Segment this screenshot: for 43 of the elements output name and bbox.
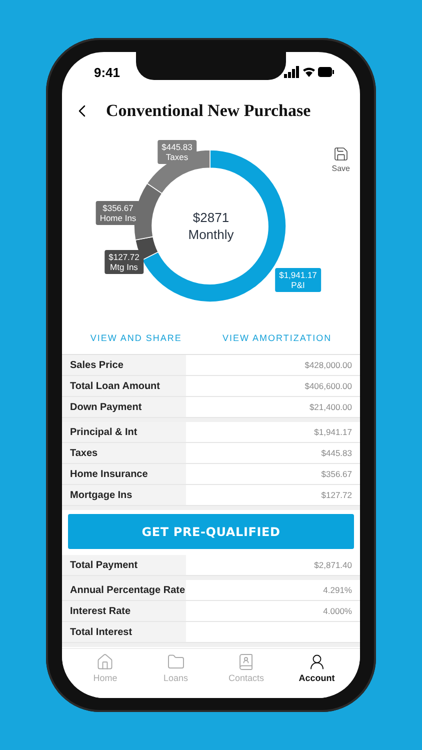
status-icons — [284, 66, 334, 78]
row-value: 4.000% — [322, 605, 353, 618]
tab-item[interactable]: Home — [73, 649, 138, 686]
monthly-amount: $2871 — [192, 210, 230, 225]
row-label: Mortgage Ins — [62, 485, 186, 505]
home-icon — [96, 652, 114, 670]
folder-icon — [166, 652, 185, 670]
tab-item[interactable]: Loans — [144, 649, 208, 686]
monthly-caption: Monthly — [188, 227, 234, 242]
row-value: $2,871.40 — [313, 559, 353, 572]
row-label: Down Payment — [62, 397, 186, 417]
row-label: Total Loan Amount — [62, 376, 186, 396]
row-label: Total Payment — [62, 555, 186, 575]
user-icon — [308, 652, 326, 670]
row-value: $21,400.00 — [308, 401, 353, 414]
tab-item[interactable]: Contacts — [214, 649, 278, 686]
contact-book-icon — [237, 652, 256, 670]
tab-item[interactable]: Account — [284, 649, 349, 686]
pre-qualify-button[interactable]: GET PRE-QUALIFIED — [68, 514, 354, 549]
row-label: Principal & Int — [62, 422, 186, 442]
save-icon — [332, 146, 349, 162]
row-value: 4.291% — [322, 584, 353, 597]
slice-label: $127.72 Mtg Ins — [104, 250, 144, 274]
row-value: $356.67 — [320, 468, 353, 481]
save-button[interactable]: Save — [332, 146, 350, 173]
text-link[interactable]: VIEW AND SHARE — [90, 333, 182, 343]
row-value: $127.72 — [320, 489, 353, 502]
row-label: Interest Rate — [62, 601, 186, 621]
row-label: Home Insurance — [62, 464, 186, 484]
row-value: $1,941.17 — [313, 426, 353, 439]
row-value: $445.83 — [320, 447, 353, 460]
row-value: $428,000.00 — [304, 359, 353, 372]
slice-label: $1,941.17 P&I — [275, 268, 321, 292]
slice-label: $445.83 Taxes — [158, 140, 196, 164]
status-time: 9:41 — [94, 64, 120, 80]
row-label: Sales Price — [62, 355, 186, 375]
row-label: Taxes — [62, 443, 186, 463]
slice-label: $356.67 Home Ins — [96, 201, 140, 225]
page-title: Conventional New Purchase — [106, 101, 311, 121]
text-link[interactable]: VIEW AMORTIZATION — [222, 333, 332, 343]
row-label: Annual Percentage Rate — [62, 580, 186, 600]
row-label: Total Interest — [62, 622, 186, 642]
row-value: $406,600.00 — [304, 380, 353, 393]
